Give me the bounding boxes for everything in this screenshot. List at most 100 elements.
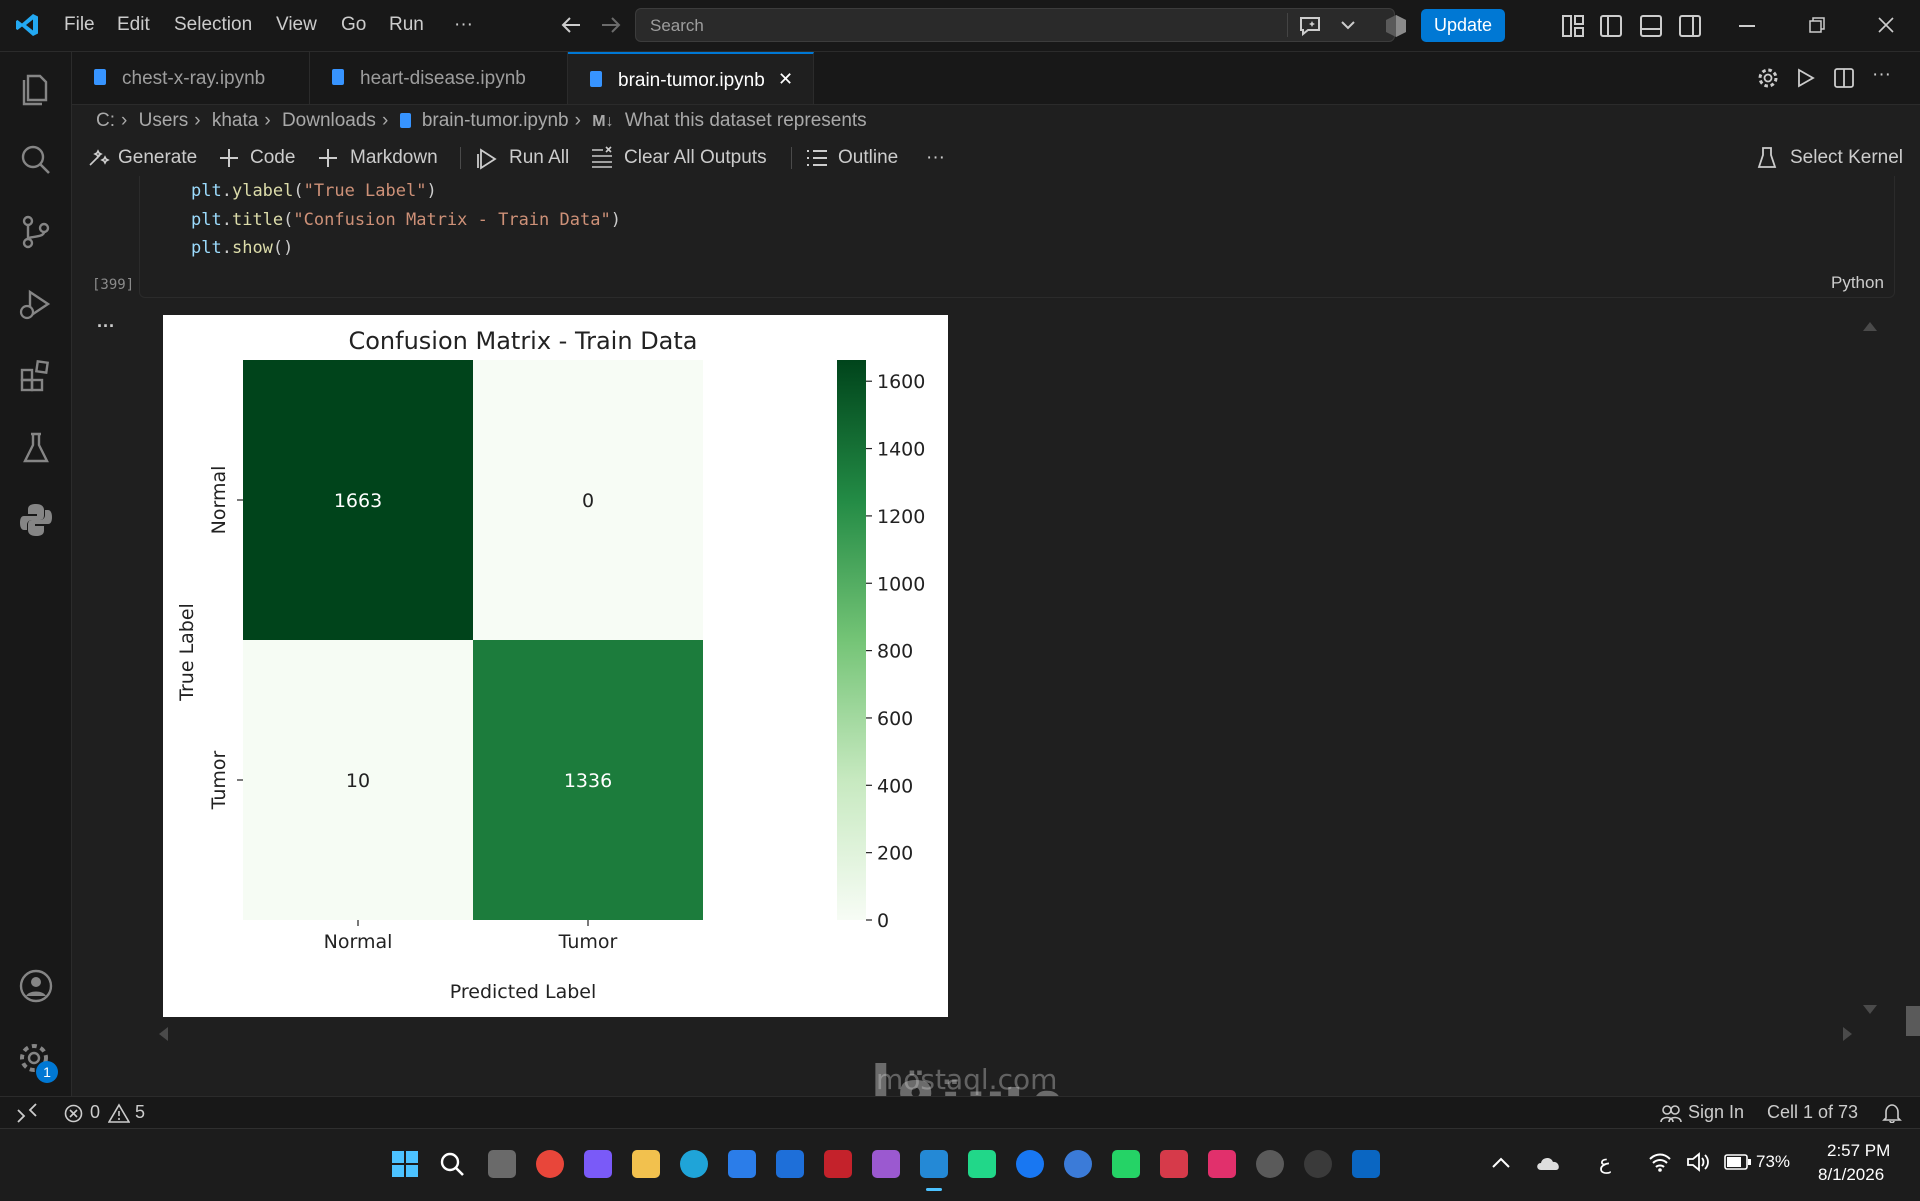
breadcrumb-drive[interactable]: C:	[96, 110, 115, 131]
remote-connection-icon[interactable]	[16, 1103, 38, 1123]
run-notebook-icon[interactable]	[1796, 68, 1816, 88]
mcafee-icon[interactable]	[824, 1150, 852, 1178]
windows-start-icon[interactable]	[392, 1151, 418, 1177]
taskbar-search-icon[interactable]	[440, 1152, 464, 1176]
intellij-icon[interactable]	[1160, 1150, 1188, 1178]
threads-icon[interactable]	[1304, 1150, 1332, 1178]
task-view-icon[interactable]	[488, 1150, 516, 1178]
scroll-left-arrow-icon[interactable]	[157, 1026, 169, 1042]
pycharm-icon[interactable]	[968, 1150, 996, 1178]
forward-arrow-icon[interactable]	[600, 15, 622, 35]
volume-icon[interactable]	[1686, 1152, 1710, 1172]
linkedin-icon[interactable]	[1352, 1150, 1380, 1178]
instagram-icon[interactable]	[1208, 1150, 1236, 1178]
scroll-up-arrow-icon[interactable]	[1862, 320, 1878, 332]
add-code-cell-button[interactable]: Code	[250, 147, 295, 169]
testing-flask-icon[interactable]	[16, 428, 56, 468]
run-all-button[interactable]: Run All	[509, 147, 569, 169]
colorbar-tick-label: 0	[877, 910, 889, 932]
toggle-panel-icon[interactable]	[1640, 15, 1662, 37]
wifi-icon[interactable]	[1648, 1152, 1672, 1172]
whatsapp-icon[interactable]	[1112, 1150, 1140, 1178]
cell-position[interactable]: Cell 1 of 73	[1767, 1102, 1858, 1123]
menu-selection[interactable]: Selection	[174, 14, 252, 36]
menu-run[interactable]: Run	[389, 14, 424, 36]
toggle-secondary-sidebar-icon[interactable]	[1679, 15, 1701, 37]
input-language-indicator[interactable]: ع	[1599, 1150, 1611, 1175]
command-search-input[interactable]: Search	[635, 8, 1395, 42]
chevron-down-icon[interactable]	[1341, 20, 1355, 30]
minimize-icon[interactable]	[1739, 25, 1755, 27]
select-kernel-button[interactable]: Select Kernel	[1790, 147, 1903, 169]
error-icon[interactable]	[64, 1104, 83, 1123]
explorer-icon[interactable]	[16, 68, 56, 108]
scroll-right-arrow-icon[interactable]	[1842, 1026, 1854, 1042]
generate-button[interactable]: Generate	[118, 147, 197, 169]
update-button[interactable]: Update	[1421, 9, 1505, 42]
power-automate-icon[interactable]	[776, 1150, 804, 1178]
breadcrumb-file[interactable]: brain-tumor.ipynb	[422, 110, 569, 131]
menu-more[interactable]: ···	[454, 14, 473, 36]
chrome-icon[interactable]	[536, 1150, 564, 1178]
visual-studio-icon[interactable]	[872, 1150, 900, 1178]
breadcrumb-section[interactable]: What this dataset represents	[625, 110, 867, 131]
sign-in-button[interactable]: Sign In	[1688, 1102, 1744, 1123]
source-control-icon[interactable]	[16, 212, 56, 252]
customize-layout-icon[interactable]	[1562, 15, 1584, 37]
warning-count[interactable]: 5	[135, 1102, 145, 1123]
cell-language-label[interactable]: Python	[1831, 273, 1884, 293]
show-hidden-icons-chevron-icon[interactable]	[1492, 1157, 1510, 1169]
output-more-actions-icon[interactable]: ···	[97, 316, 115, 337]
toggle-primary-sidebar-icon[interactable]	[1600, 15, 1622, 37]
menu-edit[interactable]: Edit	[117, 14, 150, 36]
notebook-settings-gear-icon[interactable]	[1757, 67, 1779, 89]
editor-more-actions-icon[interactable]: ···	[1872, 64, 1891, 86]
vscode-taskbar-icon[interactable]	[920, 1150, 948, 1178]
facebook-icon[interactable]	[1016, 1150, 1044, 1178]
tab-heart-disease[interactable]: heart-disease.ipynb	[310, 52, 568, 104]
microsoft-store-icon[interactable]	[728, 1150, 756, 1178]
breadcrumb-user[interactable]: khata	[212, 110, 258, 131]
accounts-shield-icon[interactable]	[1384, 14, 1408, 38]
menu-go[interactable]: Go	[341, 14, 366, 36]
onedrive-cloud-icon[interactable]	[1535, 1152, 1563, 1172]
outline-button[interactable]: Outline	[838, 147, 898, 169]
error-count[interactable]: 0	[90, 1102, 100, 1123]
warning-icon[interactable]	[108, 1103, 130, 1123]
vertical-scrollbar-thumb[interactable]	[1906, 1006, 1920, 1036]
menu-file[interactable]: File	[64, 14, 95, 36]
menu-view[interactable]: View	[276, 14, 317, 36]
accounts-icon[interactable]	[16, 966, 56, 1006]
tab-close-icon[interactable]: ✕	[778, 69, 793, 90]
back-arrow-icon[interactable]	[560, 15, 582, 35]
watermark-text: mostaql.com	[876, 1063, 1058, 1096]
split-editor-icon[interactable]	[1834, 68, 1854, 88]
copilot-icon[interactable]	[584, 1150, 612, 1178]
notifications-bell-icon[interactable]	[1882, 1103, 1902, 1123]
toolbar-more-icon[interactable]: ···	[926, 147, 945, 169]
restore-icon[interactable]	[1809, 17, 1825, 33]
tab-brain-tumor[interactable]: brain-tumor.ipynb ✕	[568, 52, 814, 104]
breadcrumb-users[interactable]: Users	[139, 110, 189, 131]
extensions-icon[interactable]	[16, 356, 56, 396]
python-icon[interactable]	[16, 500, 56, 540]
battery-icon[interactable]	[1724, 1154, 1752, 1170]
scroll-down-arrow-icon[interactable]	[1862, 1004, 1878, 1016]
y-axis-label: True Label	[176, 603, 198, 702]
search-icon[interactable]	[16, 140, 56, 180]
edge-icon[interactable]	[680, 1150, 708, 1178]
tab-chest-x-ray[interactable]: chest-x-ray.ipynb	[72, 52, 310, 104]
chatgpt-icon[interactable]	[1256, 1150, 1284, 1178]
clock-time[interactable]: 2:57 PM	[1827, 1141, 1890, 1161]
vscode-logo-icon[interactable]	[14, 12, 40, 38]
clock-date[interactable]: 8/1/2026	[1818, 1165, 1884, 1185]
execution-count: [399]	[92, 277, 135, 293]
breadcrumb-folder[interactable]: Downloads	[282, 110, 376, 131]
app-a-icon[interactable]	[1064, 1150, 1092, 1178]
add-markdown-cell-button[interactable]: Markdown	[350, 147, 438, 169]
file-explorer-icon[interactable]	[632, 1150, 660, 1178]
run-debug-icon[interactable]	[16, 284, 56, 324]
copilot-chat-icon[interactable]	[1298, 15, 1324, 37]
close-window-icon[interactable]	[1878, 17, 1894, 33]
clear-all-outputs-button[interactable]: Clear All Outputs	[624, 147, 767, 169]
